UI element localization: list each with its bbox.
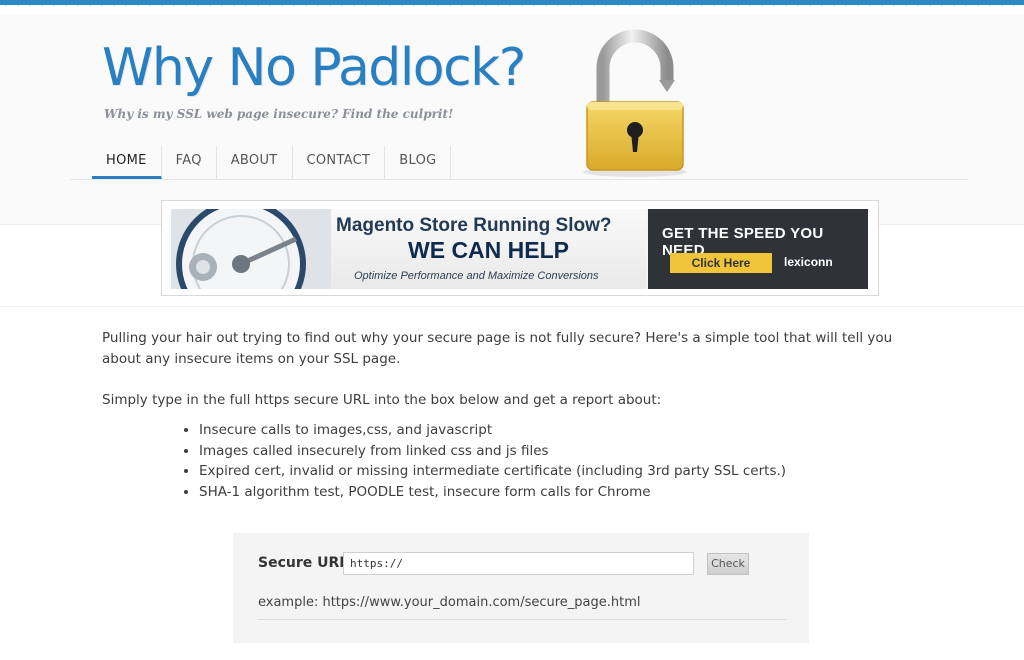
nav-item-faq[interactable]: FAQ <box>162 146 217 179</box>
site-title[interactable]: Why No Padlock? <box>102 38 526 98</box>
example-url-text: example: https://www.your_domain.com/sec… <box>258 595 641 610</box>
content-divider <box>0 306 1024 307</box>
main-nav: HOME FAQ ABOUT CONTACT BLOG <box>92 146 452 179</box>
nav-item-blog[interactable]: BLOG <box>385 146 452 179</box>
banner-right-panel: GET THE SPEED YOU NEED Click Here lexico… <box>648 209 868 289</box>
feature-list: Insecure calls to images,css, and javasc… <box>181 420 786 502</box>
nav-item-contact[interactable]: CONTACT <box>293 146 386 179</box>
ad-banner-image[interactable]: Magento Store Running Slow? WE CAN HELP … <box>171 209 868 289</box>
speedometer-icon <box>171 209 331 289</box>
list-item: Insecure calls to images,css, and javasc… <box>199 420 786 441</box>
banner-left-panel: Magento Store Running Slow? WE CAN HELP … <box>171 209 646 289</box>
banner-tagline: Optimize Performance and Maximize Conver… <box>354 270 599 282</box>
top-zigzag-border <box>0 0 1024 14</box>
list-item: SHA-1 algorithm test, POODLE test, insec… <box>199 482 786 503</box>
list-item: Images called insecurely from linked css… <box>199 441 786 462</box>
list-item: Expired cert, invalid or missing interme… <box>199 461 786 482</box>
secure-url-input[interactable] <box>343 552 694 575</box>
banner-brand-logo: lexiconn <box>784 255 833 269</box>
nav-underline <box>70 179 968 180</box>
url-check-form: Secure URL: Check example: https://www.y… <box>233 533 809 643</box>
form-divider <box>258 619 786 620</box>
intro-paragraph: Pulling your hair out trying to find out… <box>102 330 893 367</box>
padlock-icon <box>583 29 687 177</box>
site-header: Why No Padlock? Why is my SSL web page i… <box>0 14 1024 225</box>
banner-subheadline: WE CAN HELP <box>408 237 569 263</box>
lead-paragraph: Simply type in the full https secure URL… <box>102 392 662 408</box>
banner-click-here-button[interactable]: Click Here <box>670 253 772 273</box>
ad-banner[interactable]: Magento Store Running Slow? WE CAN HELP … <box>161 200 879 296</box>
check-button[interactable]: Check <box>707 553 749 575</box>
banner-headline: Magento Store Running Slow? <box>336 215 612 236</box>
nav-item-about[interactable]: ABOUT <box>217 146 293 179</box>
site-tagline: Why is my SSL web page insecure? Find th… <box>104 107 454 121</box>
nav-item-home[interactable]: HOME <box>92 146 162 179</box>
secure-url-label: Secure URL: <box>258 555 354 571</box>
